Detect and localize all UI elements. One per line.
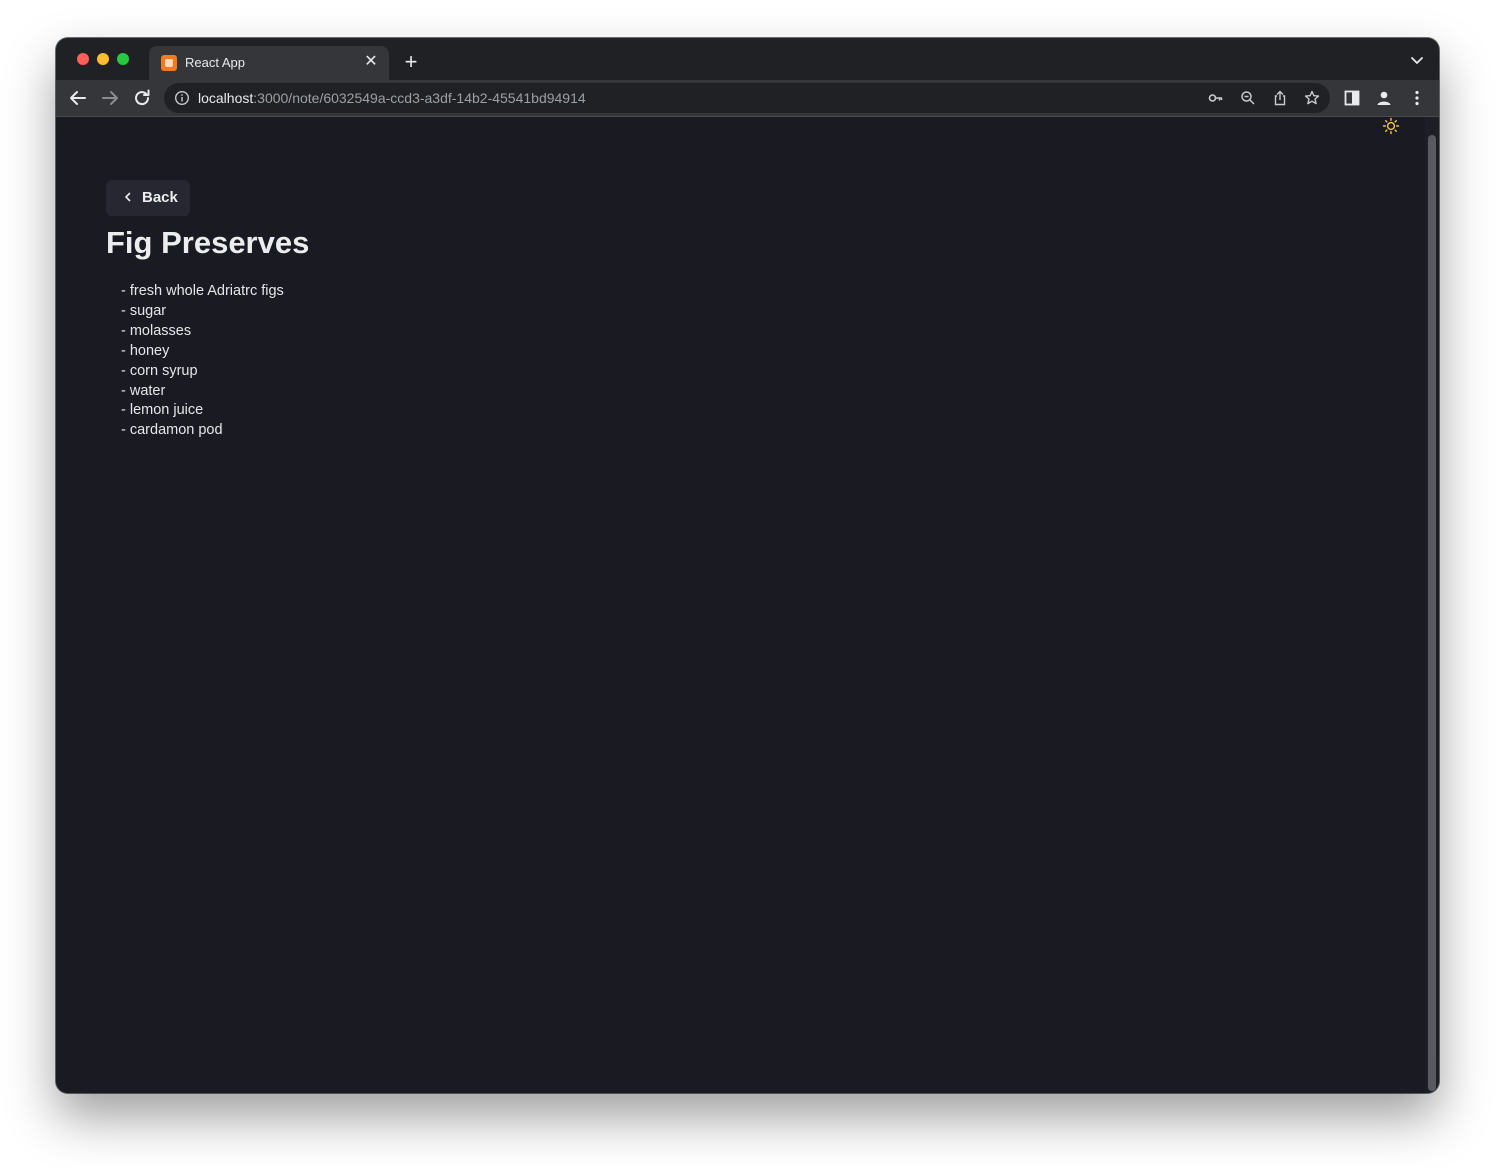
back-button[interactable]: Back — [106, 180, 190, 216]
note-line: - corn syrup — [121, 362, 198, 379]
tab-title: React App — [185, 55, 245, 70]
profile-avatar-icon[interactable] — [1375, 89, 1393, 107]
browser-toolbar: localhost:3000/note/6032549a-ccd3-a3df-1… — [56, 80, 1439, 117]
tab-strip: React App ✕ + — [56, 38, 1439, 80]
close-window-button[interactable] — [77, 53, 89, 65]
side-panel-icon[interactable] — [1343, 89, 1361, 107]
new-tab-button[interactable]: + — [400, 51, 422, 73]
site-info-icon[interactable] — [174, 90, 190, 106]
browser-tab[interactable]: React App ✕ — [149, 46, 389, 80]
chevron-left-icon — [125, 192, 131, 202]
back-arrow-icon[interactable] — [67, 87, 89, 109]
page-content: Back Fig Preserves - fresh whole Adriatr… — [56, 117, 1425, 1093]
url-text[interactable]: localhost:3000/note/6032549a-ccd3-a3df-1… — [198, 90, 586, 106]
tab-close-icon[interactable]: ✕ — [361, 52, 381, 72]
share-icon[interactable] — [1272, 90, 1288, 106]
more-menu-icon[interactable] — [1408, 89, 1426, 107]
reload-icon[interactable] — [131, 87, 153, 109]
maximize-window-button[interactable] — [117, 53, 129, 65]
scrollbar-thumb[interactable] — [1428, 135, 1436, 1091]
bookmark-star-icon[interactable] — [1304, 90, 1320, 106]
note-line: - molasses — [121, 322, 192, 339]
note-line: - cardamon pod — [121, 422, 223, 439]
note-body: - fresh whole Adriatrc figs - sugar - mo… — [121, 282, 284, 441]
minimize-window-button[interactable] — [97, 53, 109, 65]
react-app-favicon-icon — [161, 55, 177, 71]
note-line: - sugar — [121, 302, 167, 319]
browser-window: React App ✕ + localhost:3000/note/603254… — [56, 38, 1439, 1093]
zoom-icon[interactable] — [1240, 90, 1256, 106]
forward-arrow-icon[interactable] — [99, 87, 121, 109]
address-bar[interactable]: localhost:3000/note/6032549a-ccd3-a3df-1… — [164, 83, 1330, 113]
note-line: - honey — [121, 342, 170, 359]
vertical-scrollbar[interactable] — [1425, 117, 1439, 1093]
back-button-label: Back — [142, 189, 178, 206]
sun-icon[interactable] — [1382, 117, 1400, 135]
tab-search-chevron-icon[interactable] — [1409, 52, 1425, 68]
note-line: - water — [121, 382, 166, 399]
note-title: Fig Preserves — [106, 225, 310, 260]
note-line: - fresh whole Adriatrc figs — [121, 283, 284, 299]
note-line: - lemon juice — [121, 402, 204, 419]
key-icon[interactable] — [1208, 90, 1224, 106]
